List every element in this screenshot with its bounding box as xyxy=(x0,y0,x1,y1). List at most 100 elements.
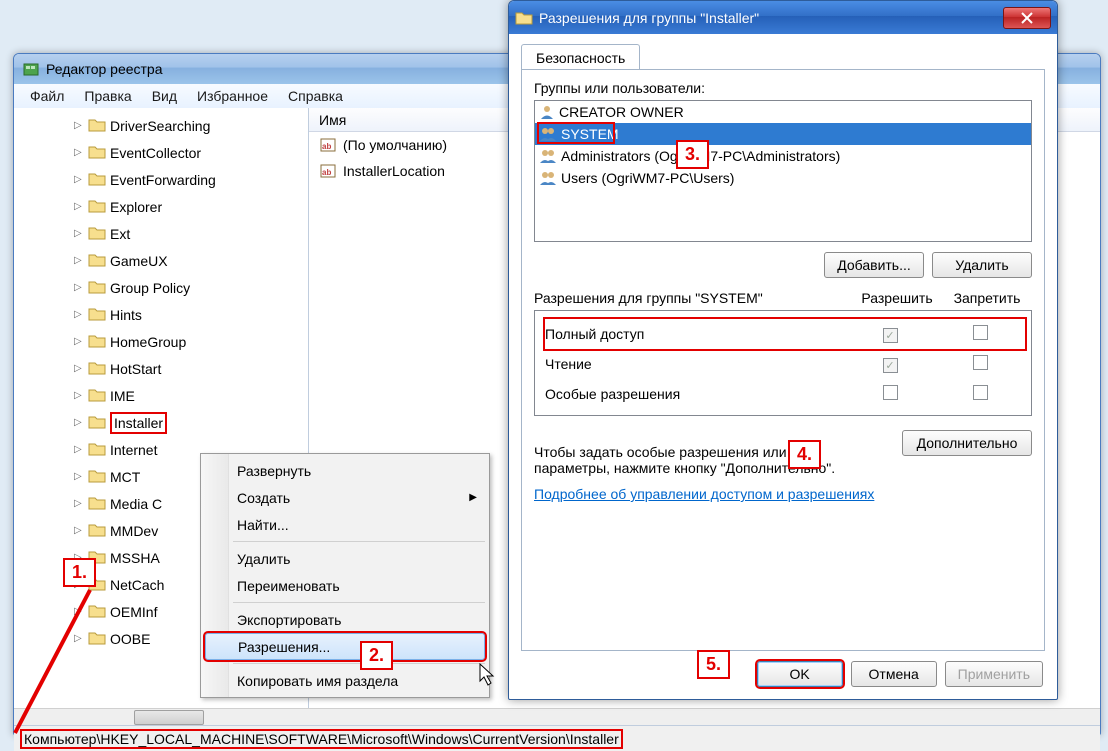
tree-item-hints[interactable]: ▷Hints xyxy=(74,301,308,328)
close-icon xyxy=(1021,12,1033,24)
cancel-button[interactable]: Отмена xyxy=(851,661,937,687)
expand-icon[interactable]: ▷ xyxy=(74,417,86,428)
menu-favorites[interactable]: Избранное xyxy=(187,86,278,106)
ok-button[interactable]: OK xyxy=(757,661,843,687)
horizontal-scrollbar[interactable] xyxy=(14,708,1100,725)
users-list[interactable]: CREATOR OWNERSYSTEMAdministrators (OgriW… xyxy=(534,100,1032,242)
tree-item-driversearching[interactable]: ▷DriverSearching xyxy=(74,112,308,139)
menu-item-label: Создать xyxy=(237,490,290,506)
expand-icon[interactable]: ▷ xyxy=(74,363,86,374)
context-menu-item[interactable]: Копировать имя раздела xyxy=(203,667,487,694)
folder-icon xyxy=(88,469,106,484)
tree-item-ime[interactable]: ▷ IME xyxy=(74,382,308,409)
string-value-icon: ab xyxy=(319,162,337,180)
context-menu-item[interactable]: Переименовать xyxy=(203,572,487,599)
context-menu-item[interactable]: Разрешения... xyxy=(205,633,485,660)
menu-file[interactable]: Файл xyxy=(20,86,74,106)
menu-view[interactable]: Вид xyxy=(142,86,187,106)
folder-icon xyxy=(88,334,106,349)
permissions-titlebar[interactable]: Разрешения для группы "Installer" xyxy=(509,1,1057,34)
allow-checkbox[interactable] xyxy=(883,328,898,343)
user-icon xyxy=(539,126,557,142)
user-list-item[interactable]: Administrators (OgriWM7-PC\Administrator… xyxy=(535,145,1031,167)
tree-item-label: IME xyxy=(110,388,135,404)
expand-icon[interactable]: ▷ xyxy=(74,525,86,536)
expand-icon[interactable]: ▷ xyxy=(74,282,86,293)
user-name: Users (OgriWM7-PC\Users) xyxy=(561,170,734,186)
menu-help[interactable]: Справка xyxy=(278,86,353,106)
apply-button[interactable]: Применить xyxy=(945,661,1043,687)
context-menu-item[interactable]: Создать▶ xyxy=(203,484,487,511)
folder-icon xyxy=(88,496,106,511)
tree-item-label: MCT xyxy=(110,469,140,485)
allow-column-header: Разрешить xyxy=(852,290,942,306)
tree-item-installer[interactable]: ▷Installer xyxy=(74,409,308,436)
add-user-button[interactable]: Добавить... xyxy=(824,252,924,278)
expand-icon[interactable]: ▷ xyxy=(74,174,86,185)
deny-column-header: Запретить xyxy=(942,290,1032,306)
registry-key-context-menu[interactable]: РазвернутьСоздать▶ Найти... УдалитьПереиме… xyxy=(200,453,490,698)
allow-checkbox[interactable] xyxy=(883,385,898,400)
expand-icon[interactable]: ▷ xyxy=(74,120,86,131)
expand-icon[interactable]: ▷ xyxy=(74,228,86,239)
menu-edit[interactable]: Правка xyxy=(74,86,141,106)
permission-label: Чтение xyxy=(545,356,845,372)
svg-text:ab: ab xyxy=(322,142,331,151)
tree-item-label: Group Policy xyxy=(110,280,190,296)
callout-5: 5. xyxy=(697,650,730,679)
tree-item-label: MSSHA xyxy=(110,550,160,566)
tree-item-label: HotStart xyxy=(110,361,161,377)
folder-icon xyxy=(88,361,106,376)
tab-security[interactable]: Безопасность xyxy=(521,44,640,70)
expand-icon[interactable]: ▷ xyxy=(74,606,86,617)
context-menu-item[interactable]: Удалить xyxy=(203,545,487,572)
deny-checkbox[interactable] xyxy=(973,355,988,370)
regedit-title: Редактор реестра xyxy=(46,61,163,77)
advanced-button[interactable]: Дополнительно xyxy=(902,430,1032,456)
remove-user-button[interactable]: Удалить xyxy=(932,252,1032,278)
context-menu-item[interactable]: Найти... xyxy=(203,511,487,538)
user-list-item[interactable]: CREATOR OWNER xyxy=(535,101,1031,123)
context-menu-item[interactable]: Экспортировать xyxy=(203,606,487,633)
expand-icon[interactable]: ▷ xyxy=(74,444,86,455)
context-menu-item[interactable]: Развернуть xyxy=(203,457,487,484)
learn-more-link[interactable]: Подробнее об управлении доступом и разре… xyxy=(534,486,1032,502)
user-list-item[interactable]: SYSTEM xyxy=(535,123,1031,145)
tree-item-eventcollector[interactable]: ▷EventCollector xyxy=(74,139,308,166)
tree-item-hotstart[interactable]: ▷ HotStart xyxy=(74,355,308,382)
close-button[interactable] xyxy=(1003,7,1051,29)
folder-icon xyxy=(88,631,106,646)
expand-icon[interactable]: ▷ xyxy=(74,471,86,482)
expand-icon[interactable]: ▷ xyxy=(74,336,86,347)
expand-icon[interactable]: ▷ xyxy=(74,255,86,266)
expand-icon[interactable]: ▷ xyxy=(74,498,86,509)
callout-4: 4. xyxy=(788,440,821,469)
folder-icon xyxy=(88,388,106,403)
folder-icon xyxy=(88,604,106,619)
tree-item-ext[interactable]: ▷Ext xyxy=(74,220,308,247)
tree-item-group-policy[interactable]: ▷ Group Policy xyxy=(74,274,308,301)
scrollbar-thumb[interactable] xyxy=(134,710,204,725)
tree-item-homegroup[interactable]: ▷HomeGroup xyxy=(74,328,308,355)
expand-icon[interactable]: ▷ xyxy=(74,309,86,320)
folder-icon xyxy=(88,118,106,133)
menu-item-label: Найти... xyxy=(237,517,289,533)
deny-checkbox[interactable] xyxy=(973,385,988,400)
tree-item-eventforwarding[interactable]: ▷ EventForwarding xyxy=(74,166,308,193)
expand-icon[interactable]: ▷ xyxy=(74,147,86,158)
user-list-item[interactable]: Users (OgriWM7-PC\Users) xyxy=(535,167,1031,189)
expand-icon[interactable]: ▷ xyxy=(74,390,86,401)
tree-item-label: EventForwarding xyxy=(110,172,216,188)
tree-item-gameux[interactable]: ▷ GameUX xyxy=(74,247,308,274)
callout-1: 1. xyxy=(63,558,96,587)
deny-checkbox[interactable] xyxy=(973,325,988,340)
expand-icon[interactable]: ▷ xyxy=(74,201,86,212)
permissions-dialog: Разрешения для группы "Installer" Безопа… xyxy=(508,0,1058,700)
folder-icon xyxy=(88,172,106,187)
tree-item-explorer[interactable]: ▷Explorer xyxy=(74,193,308,220)
tree-item-label: GameUX xyxy=(110,253,168,269)
folder-icon xyxy=(88,145,106,160)
allow-checkbox[interactable] xyxy=(883,358,898,373)
expand-icon[interactable]: ▷ xyxy=(74,633,86,644)
callout-2: 2. xyxy=(360,641,393,670)
